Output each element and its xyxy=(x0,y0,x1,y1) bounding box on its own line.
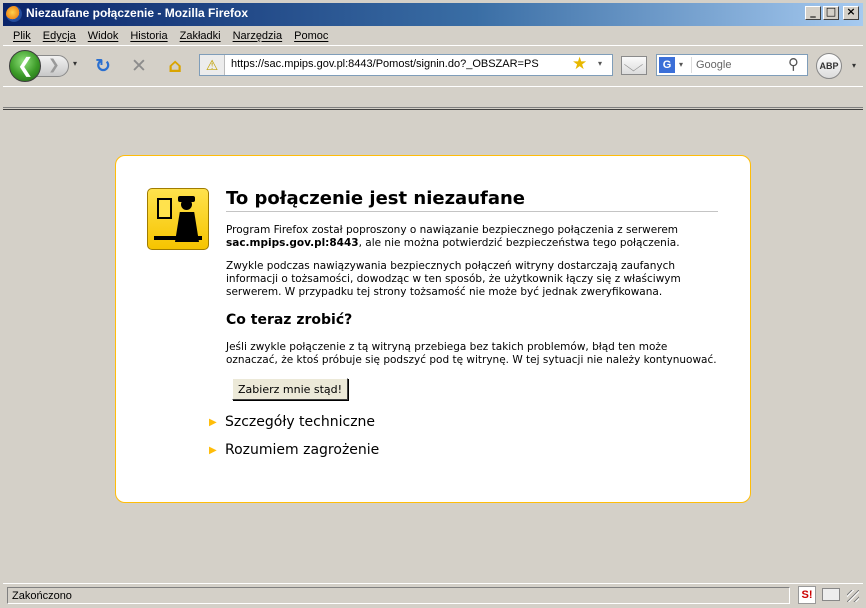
get-me-out-button[interactable]: Zabierz mnie stąd! xyxy=(232,378,349,400)
forward-icon: ❯ xyxy=(48,57,60,73)
minimize-icon: _ xyxy=(810,5,816,18)
status-bar: Zakończono S! xyxy=(3,583,863,605)
menu-history[interactable]: Historia xyxy=(125,30,172,42)
navigation-toolbar: ❯ ❮ ▾ ↻ ✕ ⌂ ⚠ https://sac.mpips.gov.pl:8… xyxy=(3,45,863,85)
maximize-icon: □ xyxy=(825,5,837,18)
firefox-icon[interactable] xyxy=(6,6,22,22)
intro-text-start: Program Firefox został poproszony o nawi… xyxy=(226,224,679,236)
menu-file[interactable]: Plik xyxy=(8,30,36,42)
close-button[interactable]: × xyxy=(843,5,859,20)
expand-arrow-icon: ▶ xyxy=(209,444,217,456)
addon-status-icon[interactable]: S! xyxy=(798,586,816,604)
technical-details-label: Szczegóły techniczne xyxy=(225,414,376,430)
back-icon: ❮ xyxy=(17,53,34,77)
back-button[interactable]: ❮ xyxy=(9,50,41,82)
resize-grip[interactable] xyxy=(847,590,859,602)
mail-status-icon[interactable] xyxy=(822,588,840,601)
menu-bookmarks[interactable]: Zakładki xyxy=(175,30,226,42)
intro-paragraph: Program Firefox został poproszony o nawi… xyxy=(226,224,722,250)
window-controls: _ □ × xyxy=(805,5,859,20)
url-bar[interactable]: ⚠ https://sac.mpips.gov.pl:8443/Pomost/s… xyxy=(199,54,613,76)
search-input[interactable] xyxy=(691,57,783,73)
understand-risks-label: Rozumiem zagrożenie xyxy=(225,442,380,458)
bookmarks-toolbar xyxy=(3,86,863,108)
error-card: To połączenie jest niezaufane Program Fi… xyxy=(115,155,751,503)
menu-bar: Plik Edycja Widok Historia Zakładki Narz… xyxy=(3,26,863,45)
bookmark-star-icon[interactable]: ★ xyxy=(572,54,587,74)
certificate-officer-icon xyxy=(147,188,209,250)
history-dropdown-icon[interactable]: ▾ xyxy=(73,59,83,68)
understand-risks-expander[interactable]: ▶ Rozumiem zagrożenie xyxy=(209,442,379,458)
adblock-plus-button[interactable]: ABP xyxy=(816,53,842,79)
technical-details-expander[interactable]: ▶ Szczegóły techniczne xyxy=(209,414,375,430)
page-content: To połączenie jest niezaufane Program Fi… xyxy=(3,109,863,582)
close-icon: × xyxy=(846,5,856,18)
home-icon[interactable]: ⌂ xyxy=(163,54,187,78)
back-forward-group: ❯ ❮ ▾ xyxy=(9,50,85,82)
url-text[interactable]: https://sac.mpips.gov.pl:8443/Pomost/sig… xyxy=(231,58,539,70)
status-text: Zakończono xyxy=(7,587,790,604)
what-to-do-heading: Co teraz zrobić? xyxy=(226,312,353,328)
window-title: Niezaufane połączenie - Mozilla Firefox xyxy=(26,6,249,20)
menu-help[interactable]: Pomoc xyxy=(289,30,333,42)
menu-tools[interactable]: Narzędzia xyxy=(228,30,288,42)
adblock-dropdown-icon[interactable]: ▾ xyxy=(852,61,856,70)
google-engine-icon[interactable]: G xyxy=(659,57,675,73)
url-dropdown-icon[interactable]: ▾ xyxy=(598,59,602,68)
search-box[interactable]: G ▾ ⚲ xyxy=(656,54,808,76)
mail-icon[interactable] xyxy=(621,56,647,75)
explanation-paragraph: Zwykle podczas nawiązywania bezpiecznych… xyxy=(226,260,681,298)
advice-paragraph: Jeśli zwykle połączenie z tą witryną prz… xyxy=(226,341,717,366)
warning-icon[interactable]: ⚠ xyxy=(200,55,225,75)
title-bar[interactable]: Niezaufane połączenie - Mozilla Firefox … xyxy=(0,0,866,26)
search-icon[interactable]: ⚲ xyxy=(788,55,799,73)
server-host: sac.mpips.gov.pl:8443 xyxy=(226,237,359,249)
reload-icon[interactable]: ↻ xyxy=(91,54,115,78)
menu-edit[interactable]: Edycja xyxy=(38,30,81,42)
engine-dropdown-icon[interactable]: ▾ xyxy=(679,60,683,69)
intro-text-end: , ale nie można potwierdzić bezpieczeńst… xyxy=(358,237,680,249)
menu-view[interactable]: Widok xyxy=(83,30,124,42)
maximize-button[interactable]: □ xyxy=(823,5,839,20)
stop-icon[interactable]: ✕ xyxy=(127,54,151,78)
expand-arrow-icon: ▶ xyxy=(209,416,217,428)
page-title: To połączenie jest niezaufane xyxy=(226,188,718,212)
minimize-button[interactable]: _ xyxy=(805,5,821,20)
